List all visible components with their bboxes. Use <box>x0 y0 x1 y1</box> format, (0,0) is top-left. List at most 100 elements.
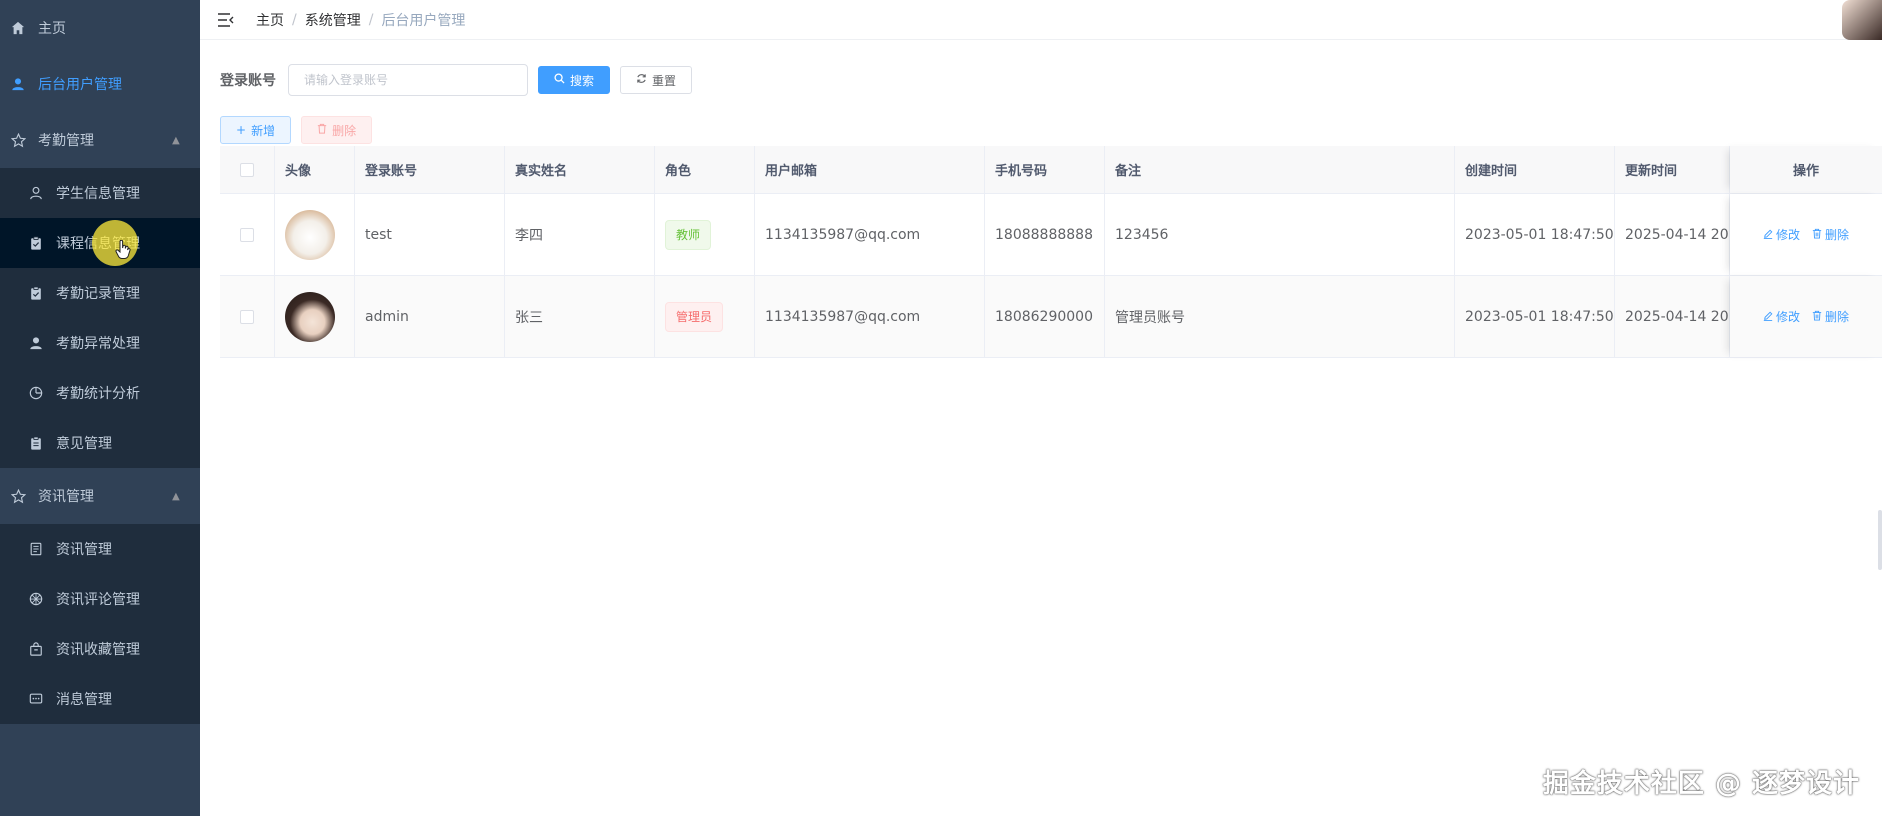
column-header: 头像 <box>275 146 355 193</box>
table-row: test 李四 教师 1134135987@qq.com 18088888888… <box>220 194 1882 276</box>
sidebar-item-student-info[interactable]: 学生信息管理 <box>0 168 200 218</box>
remark-cell: 管理员账号 <box>1105 276 1455 357</box>
user-avatar[interactable] <box>1842 0 1882 40</box>
watermark: 掘金技术社区 @ 逐梦设计 <box>1542 769 1860 799</box>
sidebar-item-label: 资讯管理 <box>56 542 112 558</box>
email-cell: 1134135987@qq.com <box>755 276 985 357</box>
avatar-cell <box>275 194 355 275</box>
breadcrumb-home[interactable]: 主页 <box>256 10 284 30</box>
sidebar-item-attendance-records[interactable]: 考勤记录管理 <box>0 268 200 318</box>
sidebar-item-home[interactable]: 主页 <box>0 0 200 56</box>
column-header: 操作 <box>1730 146 1882 193</box>
bag-icon <box>28 641 44 657</box>
table-header: 头像 登录账号 真实姓名 角色 用户邮箱 手机号码 备注 创建时间 更新时间 操… <box>220 146 1882 194</box>
sidebar-item-label: 资讯管理 <box>38 489 94 505</box>
row-checkbox[interactable] <box>240 309 254 324</box>
role-cell: 管理员 <box>655 276 755 357</box>
sidebar-item-news-comments[interactable]: 资讯评论管理 <box>0 574 200 624</box>
star-icon <box>10 132 26 148</box>
scrollbar[interactable] <box>1878 510 1882 570</box>
breadcrumb-system[interactable]: 系统管理 <box>305 10 361 30</box>
pie-chart-icon <box>28 385 44 401</box>
sidebar-item-label: 资讯评论管理 <box>56 592 140 608</box>
avatar-cell <box>275 276 355 357</box>
avatar <box>285 291 335 342</box>
document-icon <box>28 541 44 557</box>
breadcrumb-current: 后台用户管理 <box>381 12 466 29</box>
sidebar-item-label: 学生信息管理 <box>56 186 140 202</box>
chevron-up-icon: ▼ <box>172 134 180 146</box>
sidebar-item-label: 考勤记录管理 <box>56 286 140 302</box>
edit-icon <box>1763 228 1773 242</box>
sidebar-item-news-favorites[interactable]: 资讯收藏管理 <box>0 624 200 674</box>
created-cell: 2023-05-01 18:47:50 <box>1455 276 1615 357</box>
search-button-label: 搜索 <box>570 73 595 88</box>
reset-button[interactable]: 重置 <box>620 66 693 94</box>
refresh-icon <box>636 73 647 87</box>
navbar: 主页 / 系统管理 / 后台用户管理 <box>200 0 1882 40</box>
plus-icon: + <box>236 123 247 137</box>
role-badge: 管理员 <box>665 301 724 332</box>
breadcrumb-separator: / <box>292 11 297 28</box>
column-header: 手机号码 <box>985 146 1105 193</box>
breadcrumb-separator: / <box>368 11 374 28</box>
clipboard-icon <box>28 435 44 451</box>
hamburger-icon[interactable] <box>216 10 236 30</box>
account-search-input[interactable] <box>288 64 528 96</box>
column-header: 更新时间 <box>1615 146 1730 193</box>
remark-cell: 123456 <box>1105 194 1455 275</box>
toolbar: + 新增 删除 <box>220 116 373 144</box>
sidebar-item-label: 消息管理 <box>56 692 112 708</box>
add-button[interactable]: + 新增 <box>220 116 292 144</box>
sidebar-item-attendance-exceptions[interactable]: 考勤异常处理 <box>0 318 200 368</box>
column-header: 真实姓名 <box>505 146 655 193</box>
sidebar-item-label: 主页 <box>38 21 66 37</box>
sidebar-item-admin-users[interactable]: 后台用户管理 <box>0 56 200 112</box>
column-header: 创建时间 <box>1455 146 1615 193</box>
row-checkbox[interactable] <box>240 227 254 242</box>
row-select-cell <box>220 276 275 357</box>
submenu-news: 资讯管理 资讯评论管理 资讯收藏管理 消息管理 <box>0 524 200 724</box>
name-cell: 张三 <box>505 276 655 357</box>
avatar <box>285 209 335 260</box>
sidebar-item-label: 考勤管理 <box>38 133 94 149</box>
search-form: 登录账号 搜索 重置 <box>220 64 693 96</box>
sidebar-item-feedback[interactable]: 意见管理 <box>0 418 200 468</box>
sidebar-item-label: 考勤异常处理 <box>56 336 140 352</box>
delete-label: 删除 <box>1825 310 1850 324</box>
delete-link[interactable]: 删除 <box>1812 226 1849 243</box>
actions-cell: 修改 删除 <box>1730 194 1882 275</box>
user-outline-icon <box>28 185 44 201</box>
search-button[interactable]: 搜索 <box>538 66 611 94</box>
sidebar-group-attendance[interactable]: 考勤管理 ▼ <box>0 112 200 168</box>
edit-link[interactable]: 修改 <box>1763 226 1800 243</box>
wheel-icon <box>28 591 44 607</box>
sidebar-item-messages[interactable]: 消息管理 <box>0 674 200 724</box>
sidebar-item-news[interactable]: 资讯管理 <box>0 524 200 574</box>
edit-link[interactable]: 修改 <box>1763 308 1800 325</box>
users-table: 头像 登录账号 真实姓名 角色 用户邮箱 手机号码 备注 创建时间 更新时间 操… <box>220 146 1882 358</box>
clipboard-check-icon <box>28 285 44 301</box>
select-all-checkbox[interactable] <box>240 162 254 177</box>
delete-link[interactable]: 删除 <box>1812 308 1849 325</box>
delete-button-label: 删除 <box>332 123 357 138</box>
user-icon <box>10 76 26 92</box>
sidebar-item-label: 资讯收藏管理 <box>56 642 140 658</box>
sidebar-group-news[interactable]: 资讯管理 ▼ <box>0 468 200 524</box>
table-body: test 李四 教师 1134135987@qq.com 18088888888… <box>220 194 1882 358</box>
edit-label: 修改 <box>1775 228 1800 242</box>
star-icon <box>10 488 26 504</box>
search-label: 登录账号 <box>220 73 276 89</box>
home-icon <box>10 20 26 36</box>
sidebar-item-attendance-stats[interactable]: 考勤统计分析 <box>0 368 200 418</box>
add-button-label: 新增 <box>251 123 276 138</box>
created-cell: 2023-05-01 18:47:50 <box>1455 194 1615 275</box>
hand-pointer-icon <box>115 239 131 265</box>
chevron-up-icon: ▼ <box>172 490 180 502</box>
clipboard-check-icon <box>28 235 44 251</box>
reset-button-label: 重置 <box>652 73 677 88</box>
trash-icon <box>1812 228 1822 242</box>
delete-button[interactable]: 删除 <box>301 116 373 144</box>
phone-cell: 18086290000 <box>985 276 1105 357</box>
account-cell: admin <box>355 276 505 357</box>
